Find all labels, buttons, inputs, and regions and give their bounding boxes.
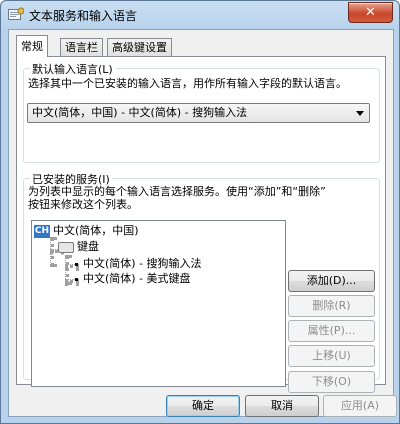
tab-panel-general: 默认输入语言(L) 选择其中一个已安装的输入语言，用作所有输入字段的默认语言。 … bbox=[16, 56, 386, 393]
add-button[interactable]: 添加(D)... bbox=[288, 270, 375, 292]
tab-general[interactable]: 常规 bbox=[16, 35, 48, 57]
text-services-icon bbox=[8, 7, 24, 20]
default-language-select[interactable]: 中文(简体，中国) - 中文(简体) - 搜狗输入法 bbox=[27, 103, 370, 123]
default-language-legend: 默认输入语言(L) bbox=[30, 61, 115, 77]
properties-button[interactable]: 属性(P)... bbox=[288, 320, 375, 342]
dialog-client: 常规 语言栏 高级键设置 默认输入语言(L) 选择其中一个已安装的输入语言，用作… bbox=[8, 29, 397, 417]
window-title: 文本服务和输入语言 bbox=[29, 9, 138, 23]
tree-item-keyboard[interactable]: 键盘 bbox=[58, 239, 99, 255]
ok-button[interactable]: 确定 bbox=[166, 395, 240, 417]
installed-services-tree[interactable]: CH 中文(简体，中国) 键盘 中文(简体) - 搜狗输入法 中文(简体) - 美… bbox=[31, 220, 286, 387]
tab-advanced-key-settings[interactable]: 高级键设置 bbox=[107, 38, 172, 56]
tree-item-us-keyboard[interactable]: 中文(简体) - 美式键盘 bbox=[75, 271, 191, 287]
default-language-group: 默认输入语言(L) 选择其中一个已安装的输入语言，用作所有输入字段的默认语言。 … bbox=[23, 61, 380, 163]
bullet-icon bbox=[75, 262, 78, 266]
tree-item-us-keyboard-label: 中文(简体) - 美式键盘 bbox=[83, 272, 191, 285]
title-bar[interactable]: 文本服务和输入语言 ✕ bbox=[1, 1, 399, 29]
installed-services-description-line1: 为列表中显示的每个输入语言选择服务。使用“添加”和“删除” bbox=[28, 185, 326, 198]
tree-item-sogou[interactable]: 中文(简体) - 搜狗输入法 bbox=[75, 256, 202, 272]
keyboard-icon bbox=[58, 241, 74, 253]
tree-item-keyboard-label: 键盘 bbox=[77, 240, 99, 253]
chevron-down-icon bbox=[356, 111, 364, 116]
bullet-icon bbox=[75, 277, 78, 281]
move-down-button[interactable]: 下移(O) bbox=[288, 371, 375, 393]
tree-item-language[interactable]: CH 中文(简体，中国) bbox=[34, 223, 139, 239]
close-button[interactable]: ✕ bbox=[348, 2, 393, 23]
tree-item-sogou-label: 中文(简体) - 搜狗输入法 bbox=[83, 257, 202, 270]
default-language-value: 中文(简体，中国) - 中文(简体) - 搜狗输入法 bbox=[32, 106, 248, 119]
default-language-description: 选择其中一个已安装的输入语言，用作所有输入字段的默认语言。 bbox=[28, 77, 347, 90]
remove-button[interactable]: 删除(R) bbox=[288, 295, 375, 317]
installed-services-description-line2: 按钮来修改这个列表。 bbox=[28, 198, 138, 211]
move-up-button[interactable]: 上移(U) bbox=[288, 345, 375, 367]
cancel-button[interactable]: 取消 bbox=[245, 395, 319, 417]
apply-button[interactable]: 应用(A) bbox=[323, 395, 397, 417]
close-icon: ✕ bbox=[365, 5, 376, 20]
dialog-window: 文本服务和输入语言 ✕ 常规 语言栏 高级键设置 默认输入语言(L) 选择其中一… bbox=[0, 0, 400, 424]
language-badge-icon: CH bbox=[34, 224, 50, 238]
tree-item-language-label: 中文(简体，中国) bbox=[53, 224, 139, 237]
tab-language-bar[interactable]: 语言栏 bbox=[60, 38, 103, 56]
